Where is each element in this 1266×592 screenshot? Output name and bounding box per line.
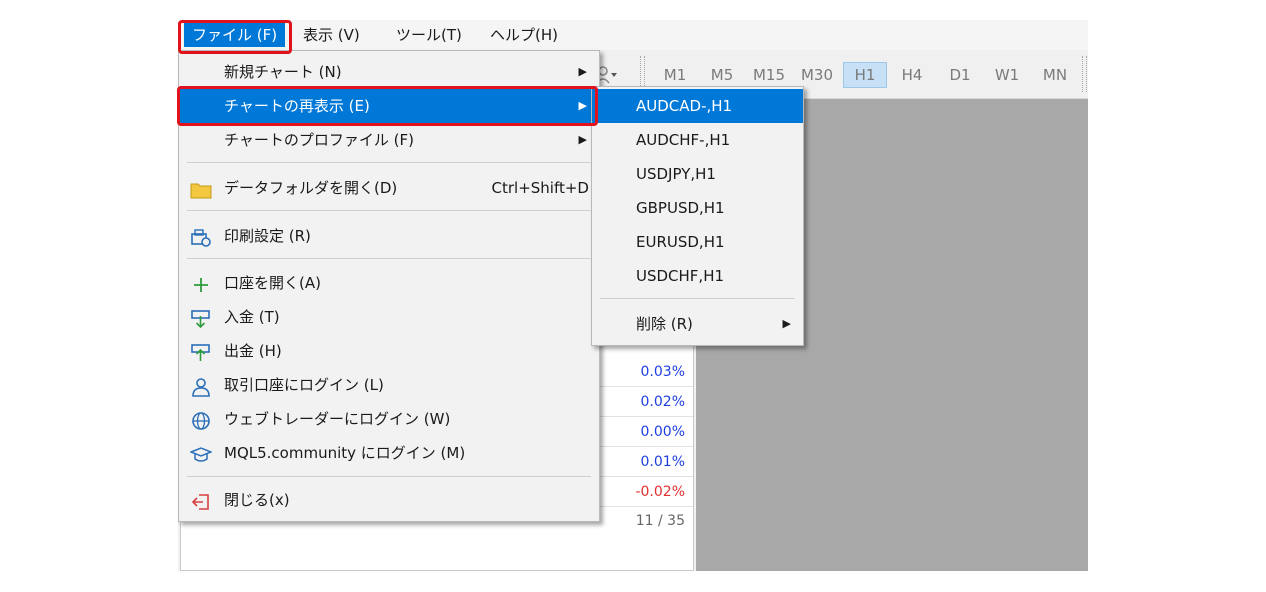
menu-item-print-setup[interactable]: 印刷設定 (R) xyxy=(179,219,599,253)
menu-item-login-account[interactable]: 取引口座にログイン (L) xyxy=(179,368,599,402)
menu-item-label: データフォルダを開く(D) xyxy=(224,179,398,197)
menu-item-label: 取引口座にログイン (L) xyxy=(224,376,384,394)
recent-chart-item[interactable]: GBPUSD,H1 xyxy=(592,191,803,225)
folder-icon xyxy=(190,178,212,199)
menu-item-delete[interactable]: 削除 (R) ▶ xyxy=(592,307,803,341)
annotation-highlight-reopen-chart xyxy=(177,86,598,126)
menu-item-label: 新規チャート (N) xyxy=(224,63,342,81)
menu-separator xyxy=(187,258,591,259)
menu-separator xyxy=(187,162,591,163)
globe-icon xyxy=(190,409,212,430)
tf-m5[interactable]: M5 xyxy=(702,62,742,88)
recent-chart-item[interactable]: USDJPY,H1 xyxy=(592,157,803,191)
menu-item-label: 印刷設定 (R) xyxy=(224,227,311,245)
menu-help[interactable]: ヘルプ(H) xyxy=(482,23,566,47)
tf-m1[interactable]: M1 xyxy=(655,62,695,88)
tf-mn[interactable]: MN xyxy=(1035,62,1075,88)
annotation-highlight-file-menu xyxy=(178,20,292,54)
menu-item-login-mql5[interactable]: MQL5.community にログイン (M) xyxy=(179,436,599,470)
deposit-icon xyxy=(190,307,212,329)
menu-item-withdraw[interactable]: 出金 (H) xyxy=(179,334,599,368)
tf-m30[interactable]: M30 xyxy=(797,62,837,88)
menu-separator xyxy=(187,476,591,477)
exit-icon xyxy=(190,490,212,510)
user-icon xyxy=(190,375,212,397)
tf-h1[interactable]: H1 xyxy=(843,62,887,88)
submenu-arrow-icon: ▶ xyxy=(578,65,587,78)
menu-item-chart-profiles[interactable]: チャートのプロファイル (F) ▶ xyxy=(179,123,599,157)
submenu-arrow-icon: ▶ xyxy=(578,133,587,146)
recent-chart-item[interactable]: AUDCAD-,H1 xyxy=(592,89,803,123)
menu-item-open-data-folder[interactable]: データフォルダを開く(D) Ctrl+Shift+D xyxy=(179,171,599,205)
mortarboard-icon xyxy=(188,443,214,463)
recent-chart-item[interactable]: USDCHF,H1 xyxy=(592,259,803,293)
tf-w1[interactable]: W1 xyxy=(987,62,1027,88)
tf-m15[interactable]: M15 xyxy=(749,62,789,88)
menu-item-label: 出金 (H) xyxy=(224,342,282,360)
menu-item-label: MQL5.community にログイン (M) xyxy=(224,444,466,462)
menu-view[interactable]: 表示 (V) xyxy=(295,23,368,47)
reopen-chart-submenu: AUDCAD-,H1 AUDCHF-,H1 USDJPY,H1 GBPUSD,H… xyxy=(591,86,804,346)
print-setup-icon xyxy=(190,226,212,247)
menu-item-close[interactable]: 閉じる(x) xyxy=(179,483,599,517)
tf-h4[interactable]: H4 xyxy=(892,62,932,88)
menu-item-label: 口座を開く(A) xyxy=(224,274,321,292)
menu-item-label: 入金 (T) xyxy=(224,308,280,326)
recent-chart-item[interactable]: EURUSD,H1 xyxy=(592,225,803,259)
withdraw-icon xyxy=(190,341,212,361)
menu-item-open-account[interactable]: 口座を開く(A) xyxy=(179,266,599,300)
toolbar-grip-right[interactable] xyxy=(1082,56,1087,92)
menu-item-login-webtrader[interactable]: ウェブトレーダーにログイン (W) xyxy=(179,402,599,436)
menu-bar: ファイル (F) 表示 (V) ツール(T) ヘルプ(H) xyxy=(178,20,1088,50)
tf-d1[interactable]: D1 xyxy=(940,62,980,88)
menu-item-deposit[interactable]: 入金 (T) xyxy=(179,300,599,334)
shortcut-label: Ctrl+Shift+D xyxy=(491,179,589,197)
recent-chart-item[interactable]: AUDCHF-,H1 xyxy=(592,123,803,157)
menu-separator xyxy=(600,298,795,299)
plus-icon xyxy=(190,273,212,293)
menu-separator xyxy=(187,210,591,211)
menu-item-label: 閉じる(x) xyxy=(224,491,290,509)
menu-item-label: チャートのプロファイル (F) xyxy=(224,131,414,149)
menu-item-new-chart[interactable]: 新規チャート (N) ▶ xyxy=(179,55,599,89)
menu-item-label: ウェブトレーダーにログイン (W) xyxy=(224,410,451,428)
submenu-arrow-icon: ▶ xyxy=(782,317,791,330)
menu-tools[interactable]: ツール(T) xyxy=(388,23,470,47)
